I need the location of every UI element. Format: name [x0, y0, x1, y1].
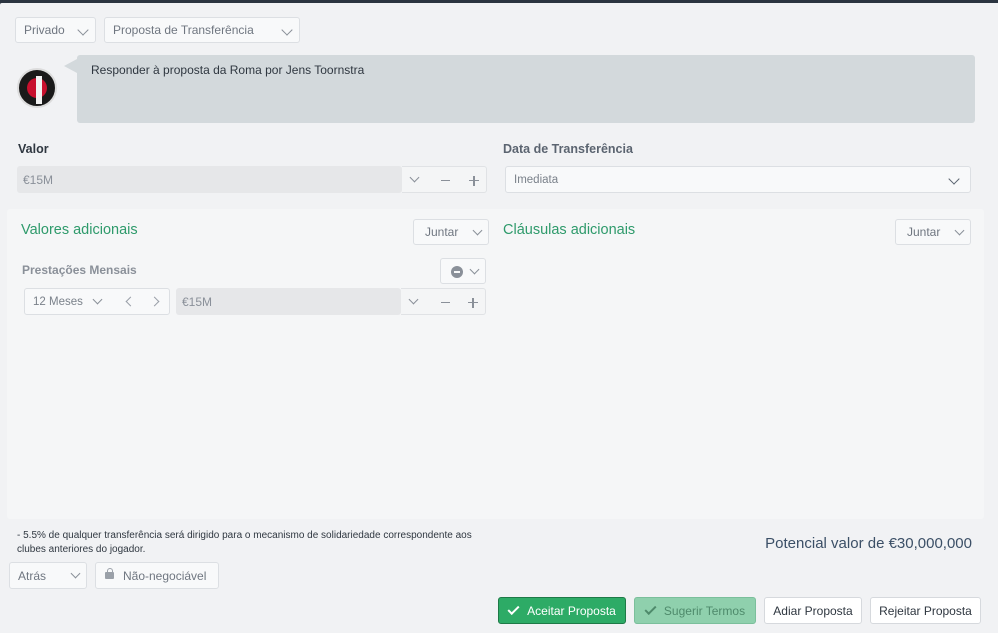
visibility-value: Privado — [24, 23, 65, 37]
solidarity-note: - 5.5% de qualquer transferência será di… — [17, 530, 472, 555]
transfer-date-label: Data de Transferência — [503, 142, 633, 156]
club-logo-stripe — [36, 76, 42, 104]
transfer-date-dropdown[interactable]: Imediata — [505, 166, 971, 193]
chevron-down-icon — [77, 24, 89, 36]
chevron-down-icon — [472, 225, 483, 236]
chevron-down-icon — [469, 264, 480, 275]
installments-label: Prestações Mensais — [22, 263, 137, 277]
non-negotiable-label: Não-negociável — [123, 568, 207, 583]
additional-terms-area — [7, 209, 984, 519]
transfer-date-value: Imediata — [514, 173, 559, 186]
remove-icon — [451, 266, 463, 278]
back-label: Atrás — [18, 568, 47, 583]
chevron-down-icon — [281, 24, 293, 36]
valor-controls — [402, 166, 487, 193]
reject-proposal-label: Rejeitar Proposta — [879, 603, 972, 618]
postpone-proposal-label: Adiar Proposta — [773, 603, 853, 618]
additional-values-title: Valores adicionais — [21, 222, 138, 238]
installments-period-stepper[interactable]: 12 Meses — [24, 288, 170, 315]
message-bubble-tail — [64, 59, 77, 73]
club-logo — [17, 68, 57, 108]
installments-remove-button[interactable] — [440, 258, 486, 284]
valor-value: €15M — [23, 172, 54, 187]
installments-dropdown-icon[interactable] — [408, 294, 419, 305]
message-text: Responder à proposta da Roma por Jens To… — [91, 63, 365, 77]
installments-amount-controls — [401, 288, 486, 315]
additional-clauses-title: Cláusulas adicionais — [503, 222, 636, 238]
additional-clauses-add-label: Juntar — [907, 225, 941, 239]
additional-values-add-label: Juntar — [425, 225, 459, 239]
chevron-down-icon — [70, 568, 81, 579]
check-icon — [644, 602, 657, 615]
postpone-proposal-button[interactable]: Adiar Proposta — [764, 597, 862, 624]
lock-icon — [105, 568, 114, 579]
valor-decrease-icon[interactable] — [441, 179, 450, 181]
visibility-dropdown[interactable]: Privado — [15, 17, 96, 43]
installments-amount-input[interactable]: €15M — [176, 288, 401, 315]
chevron-down-icon — [92, 294, 103, 305]
installments-increase-icon-v — [472, 297, 474, 308]
transfer-offer-panel: Privado Proposta de Transferência Respon… — [0, 3, 998, 633]
reject-proposal-button[interactable]: Rejeitar Proposta — [870, 597, 981, 624]
installments-decrease-icon[interactable] — [441, 301, 450, 303]
valor-input[interactable]: €15M — [17, 166, 402, 193]
valor-dropdown-icon[interactable] — [409, 172, 420, 183]
check-icon — [507, 602, 520, 615]
additional-clauses-add-dropdown[interactable]: Juntar — [895, 219, 971, 245]
chevron-right-icon[interactable] — [149, 296, 160, 307]
installments-period-value: 12 Meses — [33, 295, 83, 308]
proposal-type-dropdown[interactable]: Proposta de Transferência — [104, 17, 300, 43]
potential-value: Potencial valor de €30,000,000 — [765, 535, 972, 552]
accept-proposal-button[interactable]: Aceitar Proposta — [498, 597, 626, 624]
chevron-down-icon — [948, 173, 960, 185]
chevron-down-icon — [954, 225, 965, 236]
accept-proposal-label: Aceitar Proposta — [527, 603, 616, 618]
additional-values-add-dropdown[interactable]: Juntar — [413, 219, 489, 245]
chevron-left-icon[interactable] — [125, 296, 136, 307]
non-negotiable-toggle[interactable]: Não-negociável — [95, 562, 219, 589]
installments-amount-value: €15M — [182, 294, 213, 309]
proposal-type-value: Proposta de Transferência — [113, 23, 254, 37]
back-dropdown[interactable]: Atrás — [9, 562, 87, 589]
valor-label: Valor — [18, 142, 49, 156]
suggest-terms-label: Sugerir Termos — [663, 603, 746, 618]
suggest-terms-button[interactable]: Sugerir Termos — [634, 597, 756, 624]
valor-increase-icon-v — [473, 175, 475, 186]
